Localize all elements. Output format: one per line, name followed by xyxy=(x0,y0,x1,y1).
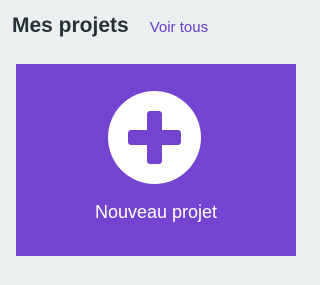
plus-icon xyxy=(108,91,201,184)
see-all-link[interactable]: Voir tous xyxy=(150,19,208,36)
section-header: Mes projets Voir tous xyxy=(12,14,208,38)
section-title: Mes projets xyxy=(12,14,129,37)
new-project-label: Nouveau projet xyxy=(94,202,218,222)
new-project-card[interactable]: Nouveau projet xyxy=(16,64,296,256)
